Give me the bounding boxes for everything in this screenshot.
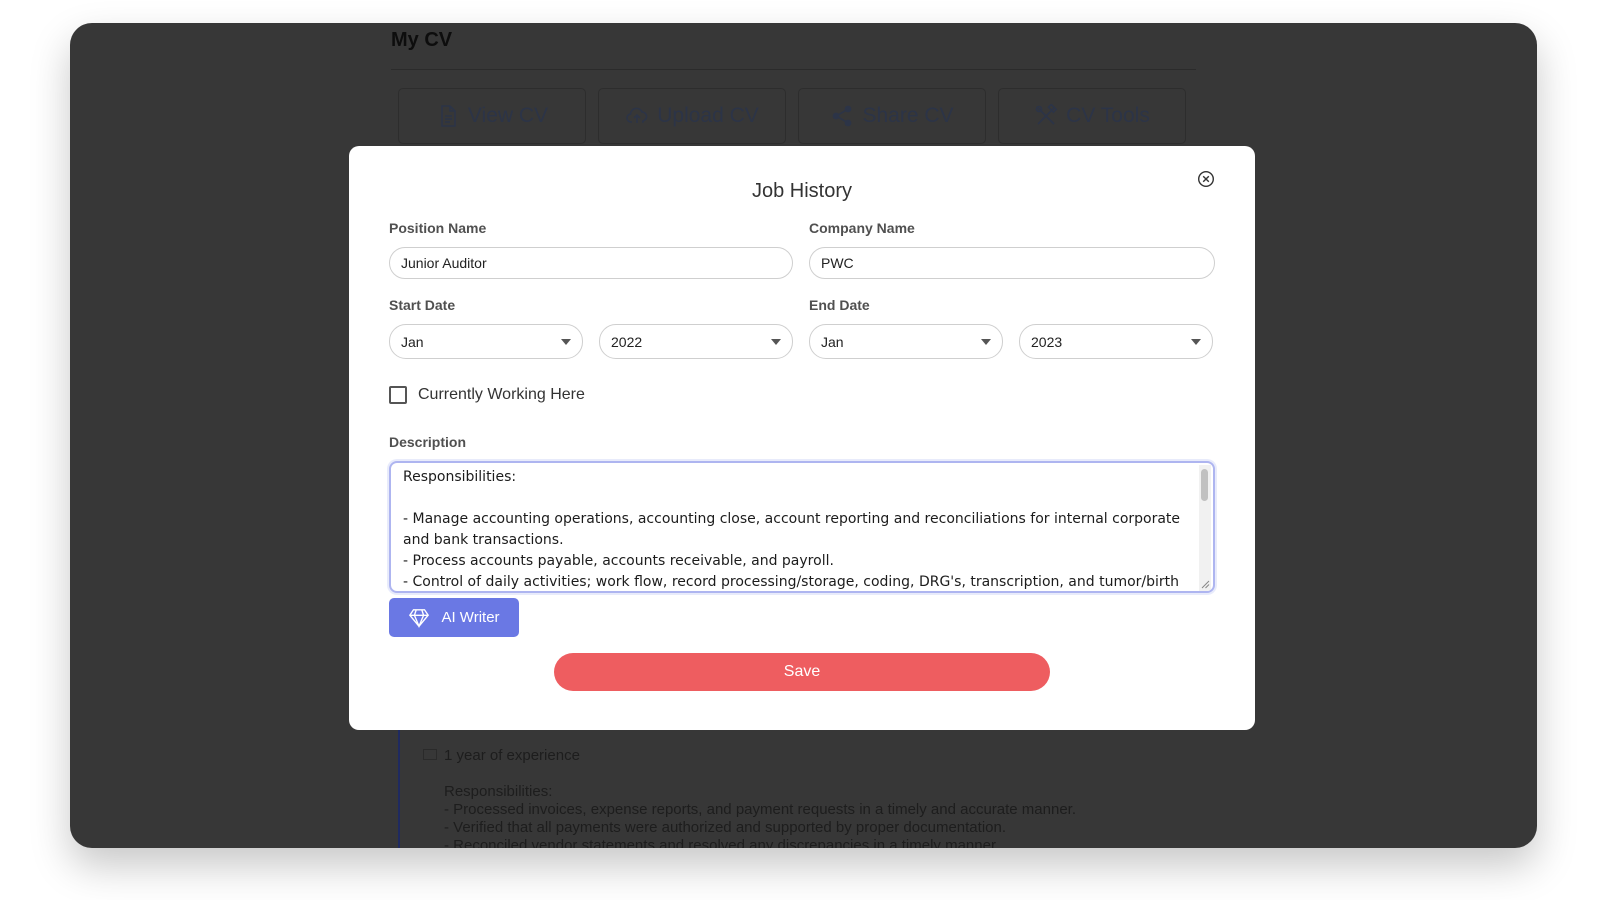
chevron-down-icon [561,338,571,345]
chevron-down-icon [981,338,991,345]
modal-title: Job History [751,180,853,202]
share-cv-label: Share CV [862,104,954,127]
description-label: Description [389,434,467,450]
description-textarea[interactable]: Responsibilities: - Manage accounting op… [389,461,1215,593]
start-date-label: Start Date [389,297,456,313]
end-month-value: Jan [821,333,844,350]
company-name-input[interactable] [809,247,1215,279]
end-year-select[interactable]: 2023 [1019,324,1213,359]
position-name-input[interactable] [389,247,793,279]
start-year-select[interactable]: 2022 [599,324,793,359]
cloud-upload-icon [626,107,648,123]
share-cv-tab[interactable]: Share CV [798,88,986,144]
currently-working-row[interactable]: Currently Working Here [389,386,585,404]
view-cv-tab[interactable]: View CV [398,88,586,144]
share-icon [833,105,852,127]
end-year-value: 2023 [1031,333,1063,350]
currently-working-checkbox[interactable] [389,386,407,404]
end-date-label: End Date [809,297,870,313]
description-text: Responsibilities: - Manage accounting op… [403,469,1181,590]
experience-duration: 1 year of experience [444,747,580,764]
job-history-modal: Job History Position Name Company Name S… [349,146,1255,730]
title-divider [391,69,1196,70]
ai-writer-button[interactable]: AI Writer [389,598,519,637]
diamond-icon [409,608,430,628]
scrollbar-thumb[interactable] [1201,469,1208,501]
cv-tools-tab[interactable]: CV Tools [998,88,1186,144]
start-month-value: Jan [401,333,424,350]
upload-cv-tab[interactable]: Upload CV [598,88,786,144]
entry-icon [423,749,437,760]
end-month-select[interactable]: Jan [809,324,1003,359]
view-cv-label: View CV [467,104,549,127]
ai-writer-label: AI Writer [441,609,500,626]
save-button[interactable]: Save [554,653,1050,691]
company-name-label: Company Name [809,220,915,236]
page-title: My CV [391,29,453,51]
position-name-label: Position Name [389,220,487,236]
experience-description: Responsibilities: - Processed invoices, … [444,783,1076,848]
start-month-select[interactable]: Jan [389,324,583,359]
close-icon[interactable] [1197,170,1215,188]
cv-tools-label: CV Tools [1066,104,1150,127]
upload-cv-label: Upload CV [657,104,759,127]
chevron-down-icon [771,338,781,345]
start-year-value: 2022 [611,333,643,350]
chevron-down-icon [1191,338,1201,345]
description-scrollbar[interactable] [1199,465,1211,591]
timeline-rail [398,713,400,848]
resize-handle-icon[interactable] [1201,580,1210,589]
document-icon [441,105,456,127]
tools-icon [1035,104,1058,125]
currently-working-label: Currently Working Here [418,386,585,403]
